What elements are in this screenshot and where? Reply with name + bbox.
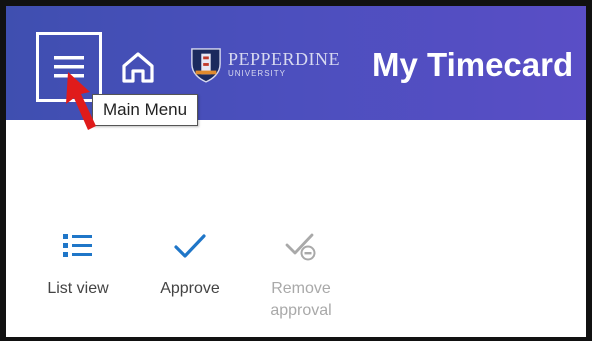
shield-crest-icon — [191, 48, 221, 83]
annotation-arrow-icon — [66, 72, 96, 130]
screenshot-frame: PEPPERDINE UNIVERSITY My Timecard Main M… — [0, 0, 592, 341]
university-logo[interactable]: PEPPERDINE UNIVERSITY — [190, 42, 340, 86]
approve-button[interactable]: Approve — [148, 228, 232, 300]
approve-label: Approve — [160, 280, 220, 297]
page-title: My Timecard — [372, 46, 574, 83]
remove-approval-icon — [285, 233, 316, 261]
checkmark-icon — [174, 234, 206, 258]
remove-approval-button[interactable]: Remove approval — [256, 228, 346, 322]
home-button[interactable] — [118, 48, 158, 86]
main-menu-tooltip: Main Menu — [92, 94, 199, 126]
logo-name: PEPPERDINE — [227, 49, 340, 69]
list-view-button[interactable]: List view — [38, 228, 118, 300]
logo-wordmark: PEPPERDINE UNIVERSITY — [228, 50, 340, 78]
remove-approval-label: Remove approval — [270, 280, 332, 319]
action-toolbar: List view Approve Remove approval — [6, 228, 586, 337]
logo-subtitle: UNIVERSITY — [227, 69, 286, 78]
list-view-label: List view — [47, 280, 109, 297]
home-icon — [122, 52, 154, 83]
list-icon — [63, 234, 92, 257]
